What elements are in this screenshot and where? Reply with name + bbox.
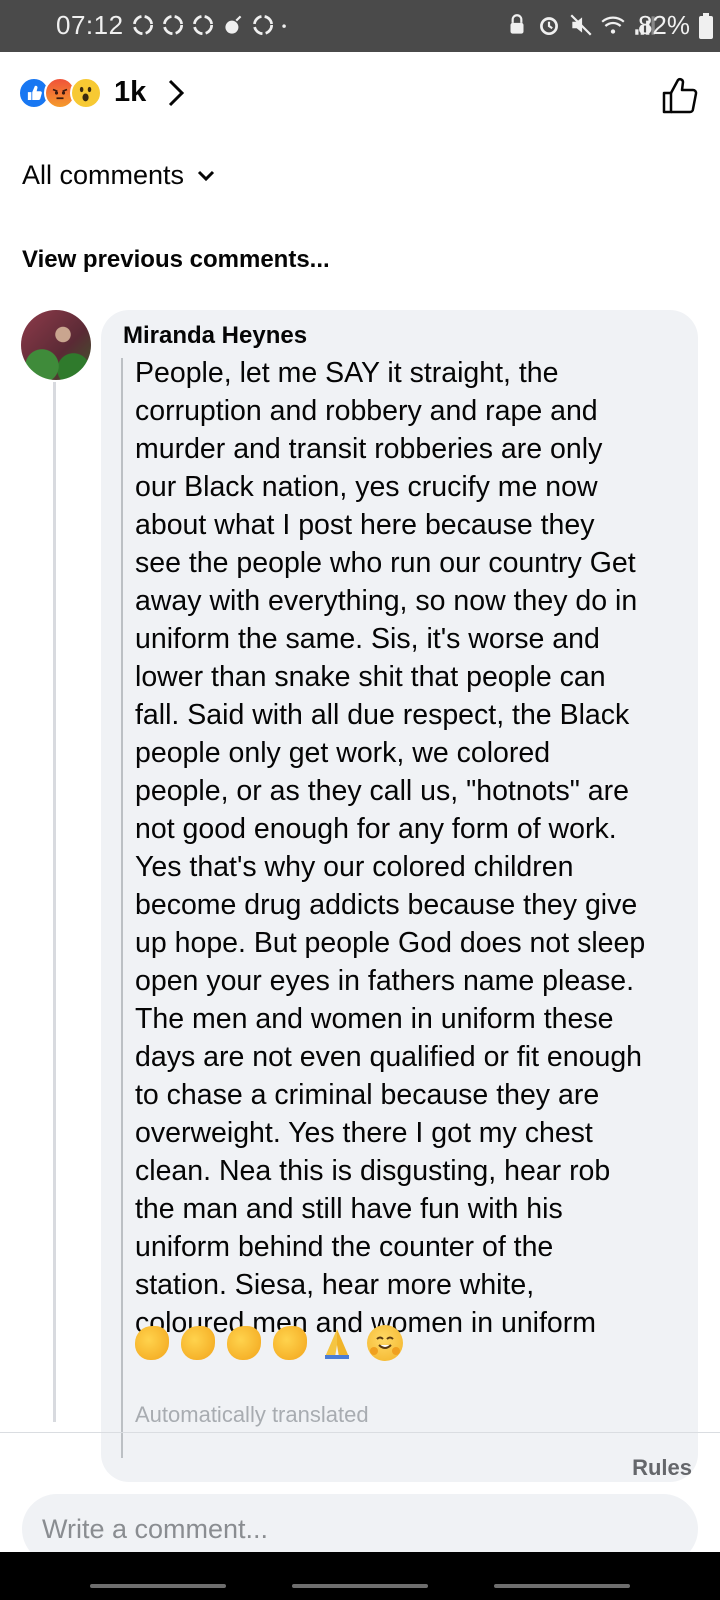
chevron-right-icon[interactable]: [166, 78, 186, 108]
status-bar: 07:12 82%: [0, 0, 720, 52]
divider: [0, 1432, 720, 1433]
thread-line: [53, 382, 56, 1422]
dot-icon: [282, 24, 286, 28]
clap-emoji: [273, 1326, 307, 1360]
system-nav-bar: [0, 1552, 720, 1600]
recycle-icon: [132, 14, 154, 36]
clap-emoji: [135, 1326, 169, 1360]
hug-emoji: [367, 1325, 403, 1361]
alarm-icon: [540, 17, 558, 36]
translation-note[interactable]: Automatically translated: [135, 1402, 369, 1428]
comments-sheet: 1k All comments View previous comments..…: [0, 52, 720, 1600]
filter-label: All comments: [22, 160, 185, 190]
lock-icon: [510, 14, 524, 34]
clap-emoji: [227, 1326, 261, 1360]
rules-link[interactable]: Rules: [632, 1455, 692, 1481]
quote-line: [121, 358, 123, 1458]
notification-icons: [130, 12, 294, 38]
system-icons: [504, 12, 658, 38]
avatar[interactable]: [21, 310, 91, 380]
reaction-count: 1k: [114, 76, 147, 108]
like-button-icon[interactable]: [660, 76, 700, 116]
mute-icon: [570, 14, 592, 36]
pray-emoji: [325, 1329, 349, 1359]
bomb-icon: [225, 15, 242, 34]
comment-text: People, let me SAY it straight, the corr…: [135, 357, 646, 1339]
battery-icon: [699, 13, 713, 39]
chevron-down-icon: [197, 170, 215, 181]
wifi-icon: [601, 16, 625, 34]
recents-nav-button[interactable]: [90, 1584, 226, 1588]
comment-bubble[interactable]: Miranda Heynes People, let me SAY it str…: [101, 310, 698, 1482]
recycle-icon: [252, 14, 274, 36]
recycle-icon: [162, 14, 184, 36]
clap-emoji: [181, 1326, 215, 1360]
battery-percent: 82%: [637, 10, 690, 40]
view-previous-comments-link[interactable]: View previous comments...: [22, 246, 330, 274]
comment-filter-dropdown[interactable]: All comments: [22, 160, 216, 191]
wow-icon: [70, 76, 102, 109]
home-nav-button[interactable]: [292, 1584, 428, 1588]
comment-author[interactable]: Miranda Heynes: [123, 322, 307, 350]
status-time: 07:12: [56, 10, 124, 40]
back-nav-button[interactable]: [494, 1584, 630, 1588]
reactions-summary[interactable]: 1k: [18, 76, 186, 109]
recycle-icon: [192, 14, 214, 36]
comment-emojis: [135, 1325, 403, 1361]
